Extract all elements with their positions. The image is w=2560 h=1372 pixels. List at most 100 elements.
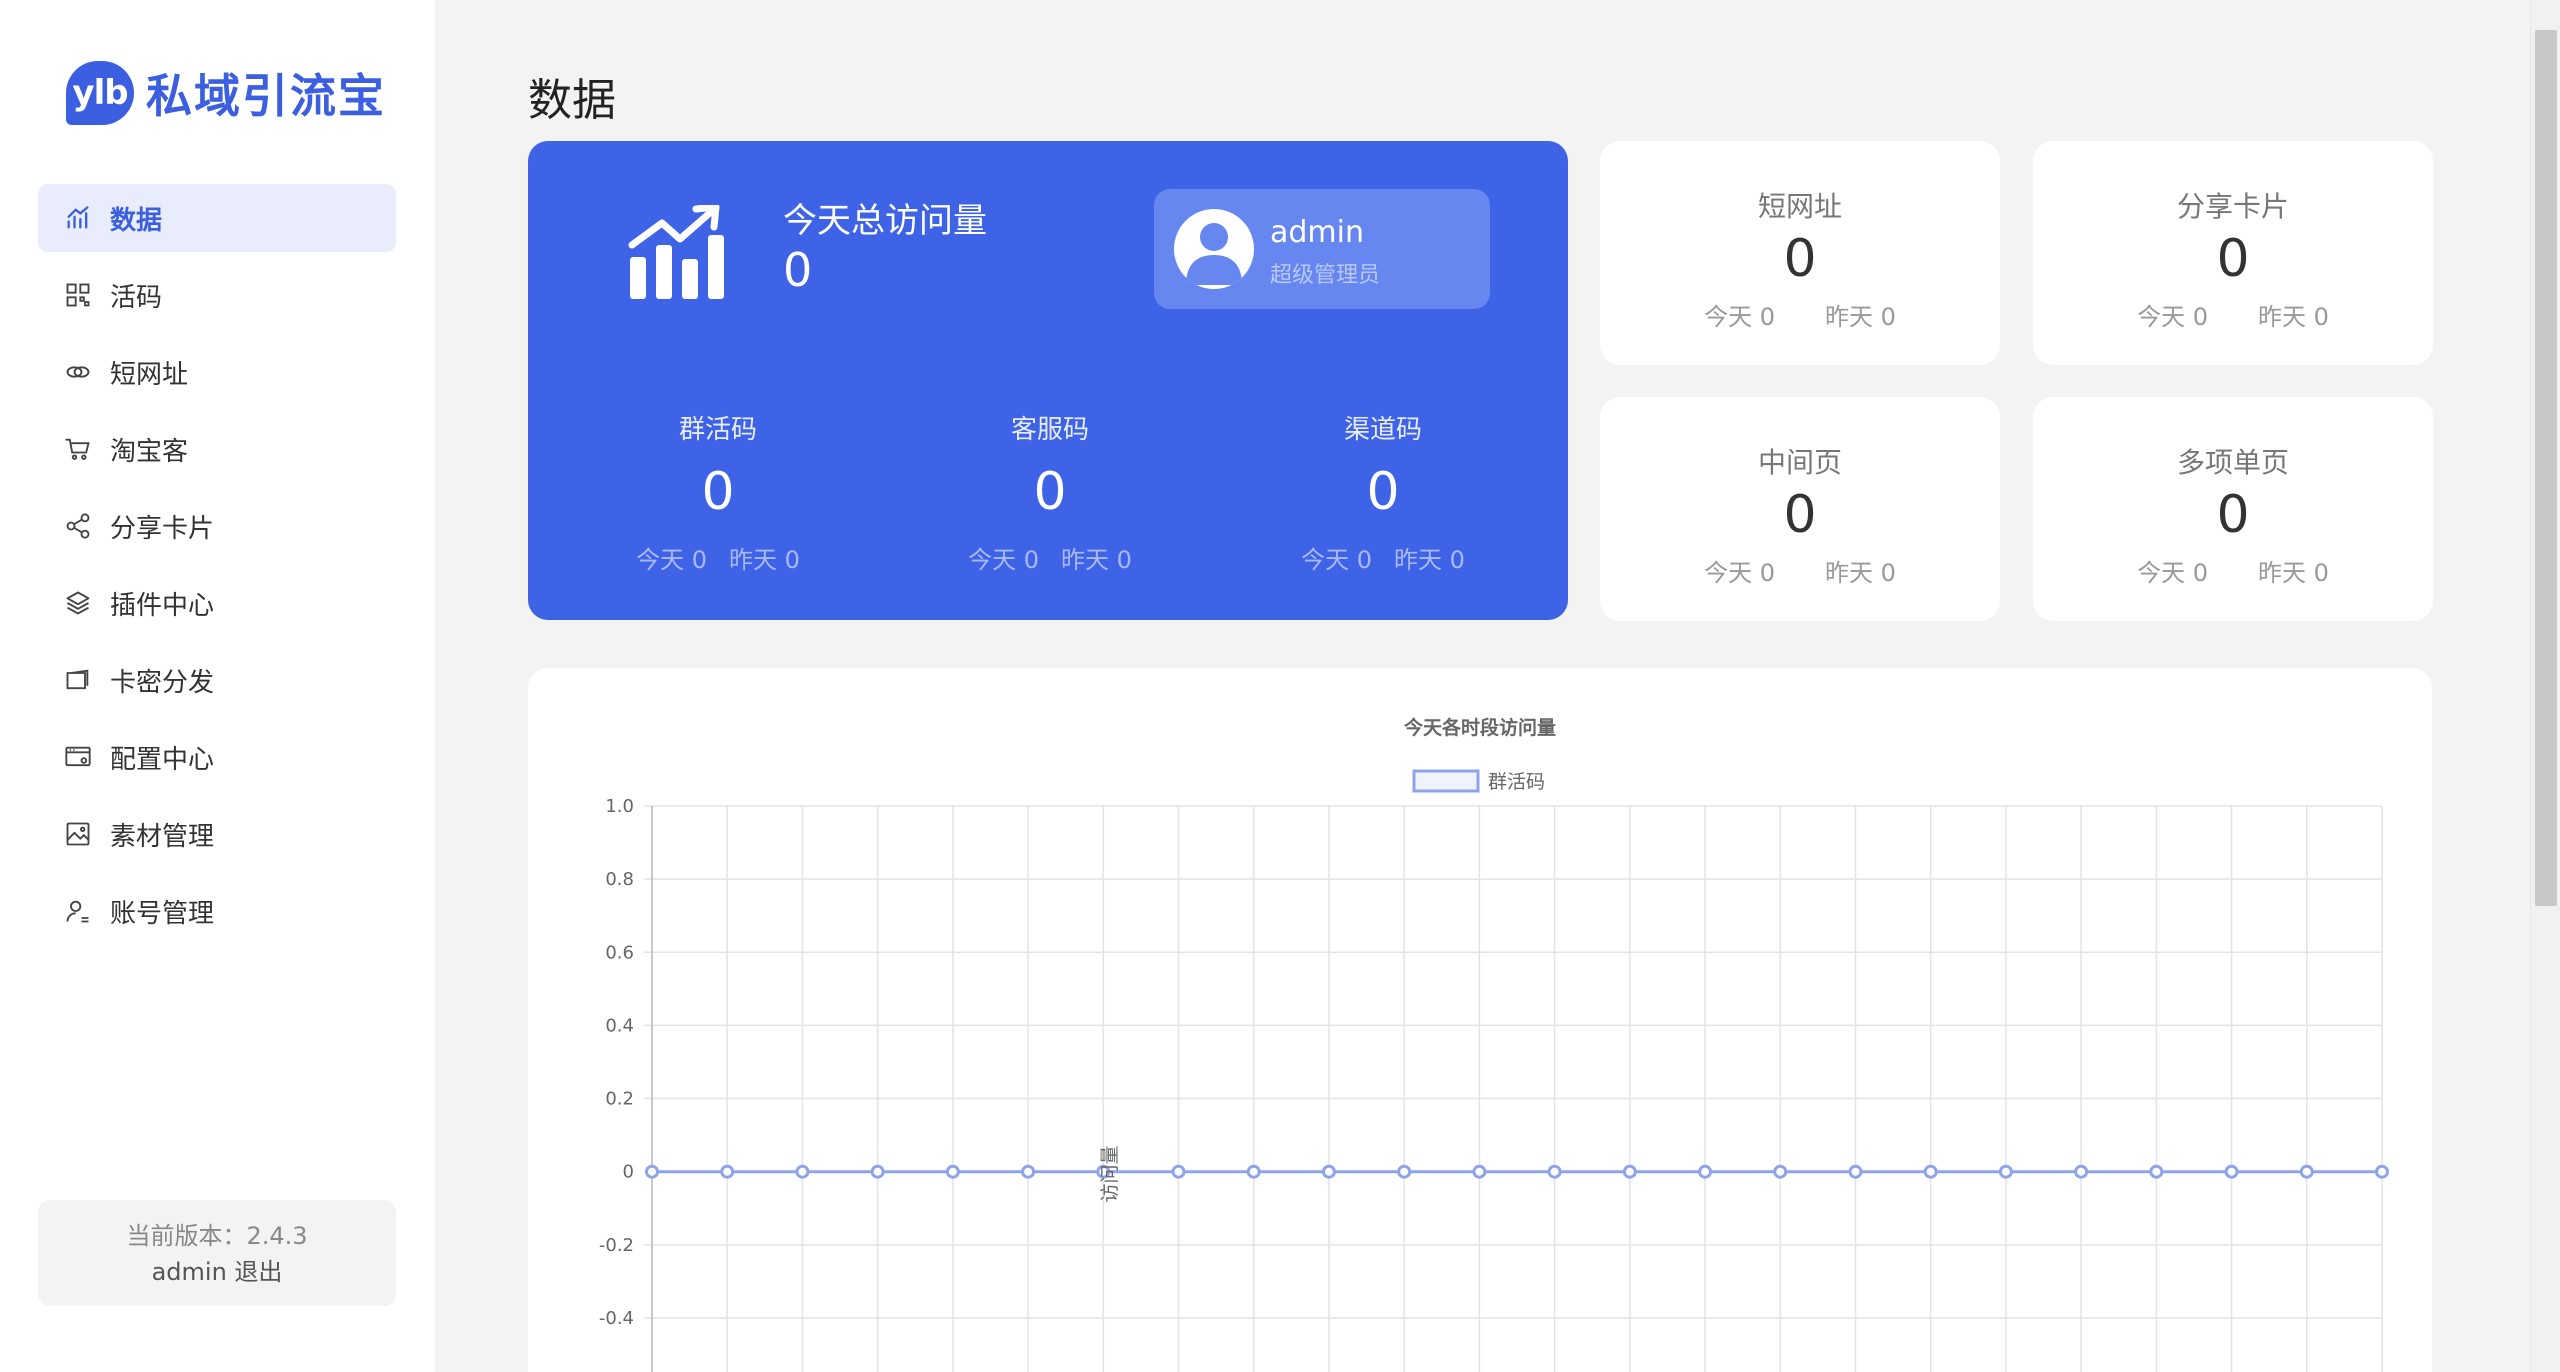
sidebar-item-data[interactable]: 数据: [38, 184, 396, 252]
data-point[interactable]: [1246, 1164, 1261, 1179]
y-tick-label: 0: [623, 1162, 634, 1183]
stat-value: 0: [1783, 229, 1817, 289]
logo-text: 私域引流宝: [146, 69, 386, 123]
yesterday-count: 昨天 0: [1825, 559, 1896, 587]
y-tick-label: -0.4: [599, 1308, 634, 1329]
stat-sub: 今天 0 昨天 0: [2033, 553, 2433, 588]
summary-card: 今天总访问量 0 admin 超级管理员 群活码 0 今天 0 昨天 0 客服码 …: [528, 141, 1568, 620]
yesterday-count: 昨天 0: [1394, 546, 1465, 574]
yesterday-count: 昨天 0: [2258, 559, 2329, 587]
yesterday-count: 昨天 0: [1061, 546, 1132, 574]
data-point[interactable]: [870, 1164, 885, 1179]
user-settings-icon: [64, 897, 92, 925]
data-point[interactable]: [945, 1164, 960, 1179]
stat-sub: 今天 0 昨天 0: [1600, 297, 2000, 332]
user-role: 超级管理员: [1270, 263, 1381, 288]
code-stat-value: 0: [1033, 462, 1067, 522]
data-point[interactable]: [2149, 1164, 2164, 1179]
stat-value: 0: [2216, 485, 2250, 545]
sidebar-item-label: 短网址: [110, 359, 189, 390]
share-icon: [64, 512, 92, 540]
data-point[interactable]: [1923, 1164, 1938, 1179]
sidebar-item-label: 分享卡片: [110, 513, 215, 544]
code-stat-channel: 渠道码 0 今天 0 昨天 0: [1233, 409, 1533, 575]
y-tick-label: 0.8: [605, 869, 634, 890]
data-point[interactable]: [795, 1164, 810, 1179]
legend-label[interactable]: 群活码: [1488, 771, 1545, 793]
y-tick-label: -0.2: [599, 1235, 634, 1256]
cart-icon: [64, 435, 92, 463]
current-user: admin: [151, 1258, 227, 1286]
page-scrollbar[interactable]: [2530, 0, 2560, 1372]
qr-grid-icon: [64, 281, 92, 309]
data-point[interactable]: [1998, 1164, 2013, 1179]
today-count: 今天 0: [1704, 559, 1775, 587]
data-point[interactable]: [645, 1164, 659, 1179]
sidebar-item-label: 账号管理: [110, 898, 215, 929]
layers-icon: [64, 589, 92, 617]
stat-card-share-card: 分享卡片 0 今天 0 昨天 0: [2033, 141, 2433, 365]
user-name: admin: [1270, 215, 1364, 250]
data-point[interactable]: [1397, 1164, 1412, 1179]
sidebar-item-short-url[interactable]: 短网址: [38, 338, 396, 406]
sidebar-item-plugins[interactable]: 插件中心: [38, 569, 396, 637]
y-tick-label: 0.4: [605, 1015, 634, 1036]
sidebar-item-share-card[interactable]: 分享卡片: [38, 492, 396, 560]
data-point[interactable]: [1321, 1164, 1336, 1179]
stat-value: 0: [1783, 485, 1817, 545]
data-point[interactable]: [1547, 1164, 1562, 1179]
yesterday-count: 昨天 0: [729, 546, 800, 574]
version-box: 当前版本：2.4.3 admin 退出: [38, 1200, 396, 1306]
data-point[interactable]: [2375, 1164, 2389, 1179]
sidebar-item-label: 数据: [110, 205, 163, 236]
stat-card-middle-page: 中间页 0 今天 0 昨天 0: [1600, 397, 2000, 621]
page-title: 数据: [528, 75, 616, 126]
data-point[interactable]: [1622, 1164, 1637, 1179]
sidebar-nav: 数据 活码 短网址 淘宝客 分享卡片 插件中心 卡密分发 配置中心 素材管理 账…: [38, 184, 396, 954]
sidebar: ylb 私域引流宝 数据 活码 短网址 淘宝客 分享卡片 插件中心 卡密分发 配…: [0, 0, 435, 1372]
sidebar-item-accounts[interactable]: 账号管理: [38, 877, 396, 945]
stat-value: 0: [2216, 229, 2250, 289]
stat-card-multi-page: 多项单页 0 今天 0 昨天 0: [2033, 397, 2433, 621]
sidebar-item-label: 素材管理: [110, 821, 215, 852]
code-stat-value: 0: [701, 462, 735, 522]
sidebar-item-live-code[interactable]: 活码: [38, 261, 396, 329]
logo-badge: ylb: [66, 61, 134, 125]
code-stat-value: 0: [1366, 462, 1400, 522]
sidebar-item-card-key[interactable]: 卡密分发: [38, 646, 396, 714]
data-point[interactable]: [1021, 1164, 1036, 1179]
code-stat-sub: 今天 0 昨天 0: [900, 540, 1200, 575]
version-text: 当前版本：2.4.3: [126, 1222, 308, 1250]
scrollbar-thumb[interactable]: [2535, 30, 2557, 906]
data-point[interactable]: [1698, 1164, 1713, 1179]
user-profile-box[interactable]: admin 超级管理员: [1154, 189, 1490, 309]
data-point[interactable]: [1472, 1164, 1487, 1179]
sidebar-item-materials[interactable]: 素材管理: [38, 800, 396, 868]
link-icon: [64, 358, 92, 386]
data-point[interactable]: [2074, 1164, 2089, 1179]
logout-link[interactable]: 退出: [234, 1258, 282, 1286]
data-point[interactable]: [1848, 1164, 1863, 1179]
legend-swatch[interactable]: [1412, 769, 1480, 793]
today-count: 今天 0: [968, 546, 1039, 574]
data-point[interactable]: [2224, 1164, 2239, 1179]
data-point[interactable]: [1773, 1164, 1788, 1179]
stat-label: 多项单页: [2176, 446, 2289, 479]
today-count: 今天 0: [1301, 546, 1372, 574]
sidebar-item-config[interactable]: 配置中心: [38, 723, 396, 791]
code-stat-group: 群活码 0 今天 0 昨天 0: [568, 409, 868, 575]
bar-chart-icon: [64, 204, 92, 232]
data-point[interactable]: [2299, 1164, 2314, 1179]
y-tick-label: 0.6: [605, 942, 634, 963]
code-stat-sub: 今天 0 昨天 0: [568, 540, 868, 575]
data-point[interactable]: [1171, 1164, 1186, 1179]
sidebar-item-label: 活码: [110, 282, 163, 313]
sidebar-item-label: 淘宝客: [110, 436, 189, 467]
data-point[interactable]: [720, 1164, 735, 1179]
today-count: 今天 0: [636, 546, 707, 574]
sidebar-item-taobaoke[interactable]: 淘宝客: [38, 415, 396, 483]
y-tick-label: 1.0: [605, 796, 634, 817]
today-count: 今天 0: [2137, 559, 2208, 587]
app-logo[interactable]: ylb 私域引流宝: [66, 60, 386, 126]
sidebar-item-label: 插件中心: [110, 590, 215, 621]
